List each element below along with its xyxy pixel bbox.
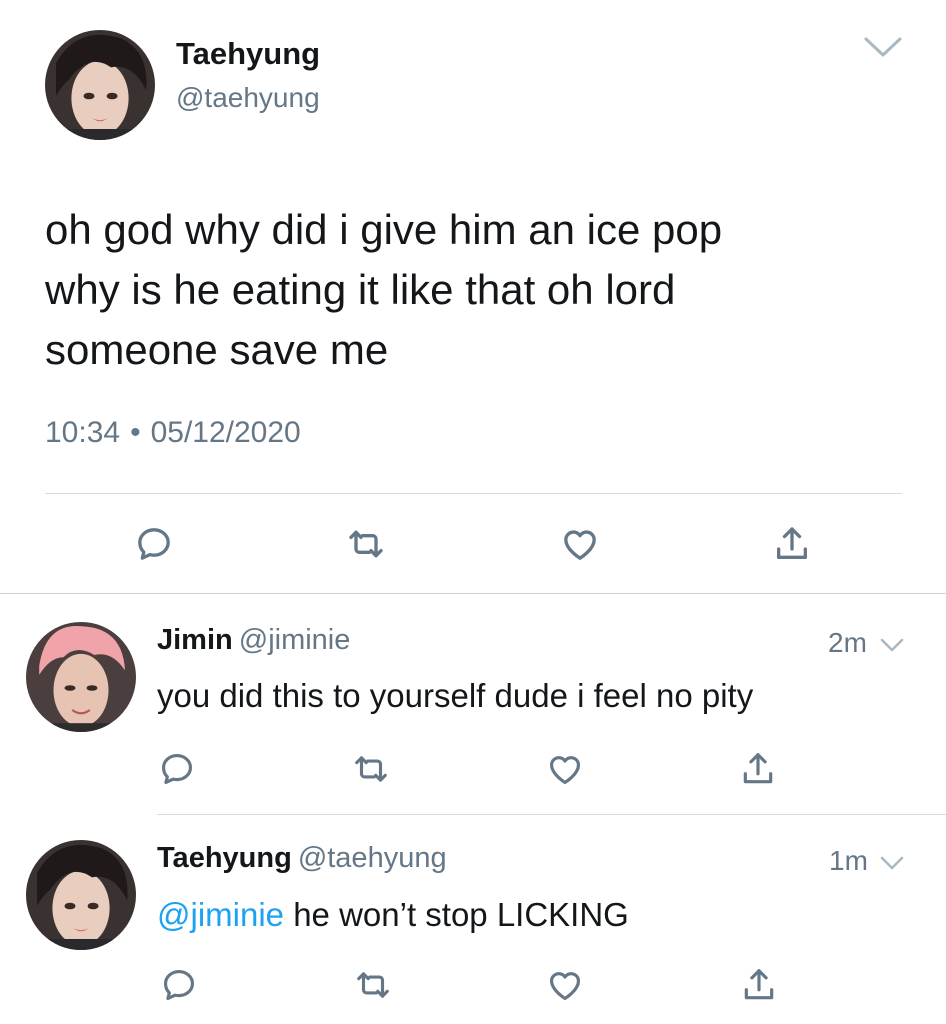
reply-avatar[interactable] — [26, 840, 136, 950]
reply-author[interactable]: Taehyung @taehyung — [157, 842, 447, 875]
reply-icon[interactable] — [158, 750, 196, 788]
retweet-icon[interactable] — [346, 524, 386, 564]
reply-handle[interactable]: @jiminie — [239, 624, 351, 656]
tweet-text-line: someone save me — [45, 326, 389, 373]
divider — [0, 593, 946, 594]
heart-icon[interactable] — [546, 966, 584, 1004]
chevron-down-icon[interactable] — [862, 34, 904, 60]
heart-icon[interactable] — [560, 524, 600, 564]
tweet-time: 10:34 — [45, 416, 121, 449]
reply-time[interactable]: 1m — [829, 845, 868, 877]
retweet-icon[interactable] — [352, 750, 390, 788]
avatar-photo — [26, 622, 136, 732]
avatar-photo — [26, 840, 136, 950]
reply-display-name[interactable]: Taehyung — [157, 842, 292, 874]
reply-text: @jiminie he won’t stop LICKING — [157, 896, 629, 934]
share-icon[interactable] — [739, 750, 777, 788]
reply-icon[interactable] — [134, 524, 174, 564]
tweet-date: 05/12/2020 — [150, 416, 301, 449]
reply-display-name[interactable]: Jimin — [157, 624, 233, 656]
reply-time[interactable]: 2m — [828, 627, 867, 659]
meta-separator: • — [130, 416, 141, 449]
reply-avatar[interactable] — [26, 622, 136, 732]
reply-author[interactable]: Jimin @jiminie — [157, 624, 350, 657]
reply-text-body: he won’t stop LICKING — [284, 896, 629, 933]
share-icon[interactable] — [740, 966, 778, 1004]
chevron-down-icon[interactable] — [879, 855, 905, 871]
author-display-name[interactable]: Taehyung — [176, 36, 320, 72]
reply-icon[interactable] — [160, 966, 198, 1004]
divider — [157, 814, 946, 815]
author-avatar[interactable] — [45, 30, 155, 140]
mention-link[interactable]: @jiminie — [157, 896, 284, 933]
reply-handle[interactable]: @taehyung — [298, 842, 447, 874]
tweet-text: oh god why did i give him an ice pop why… — [45, 200, 905, 380]
tweet-text-line: oh god why did i give him an ice pop — [45, 206, 723, 253]
avatar-photo — [45, 30, 155, 140]
heart-icon[interactable] — [546, 750, 584, 788]
divider — [45, 493, 902, 494]
tweet-text-line: why is he eating it like that oh lord — [45, 266, 676, 313]
share-icon[interactable] — [772, 524, 812, 564]
tweet-timestamp[interactable]: 10:34 • 05/12/2020 — [45, 416, 301, 450]
reply-text: you did this to yourself dude i feel no … — [157, 677, 754, 714]
author-handle[interactable]: @taehyung — [176, 82, 320, 114]
chevron-down-icon[interactable] — [879, 637, 905, 653]
retweet-icon[interactable] — [354, 966, 392, 1004]
